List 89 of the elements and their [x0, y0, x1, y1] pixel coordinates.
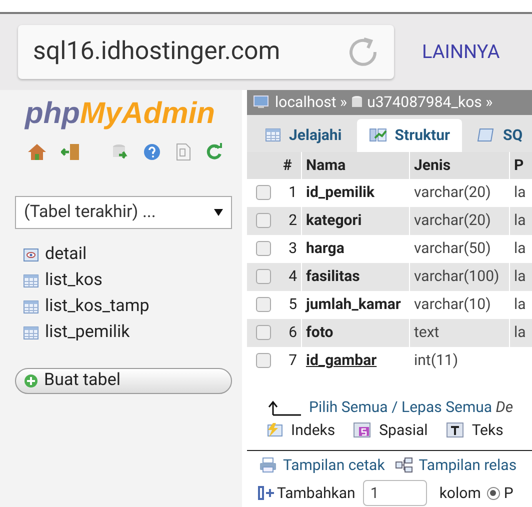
row-checkbox[interactable]: [256, 353, 270, 368]
action-button[interactable]: Spasial: [353, 419, 428, 442]
column-name: harga: [305, 238, 346, 260]
column-count-input[interactable]: 1: [363, 480, 428, 506]
exit-door-icon[interactable]: [61, 143, 81, 161]
select-all-link[interactable]: Pilih Semua: [309, 398, 388, 416]
phpmyadmin-logo[interactable]: phpMyAdmin: [25, 96, 232, 132]
deselect-all-link[interactable]: Lepas Semua: [402, 398, 492, 416]
server-icon: [253, 94, 271, 110]
table-cell-text: varchar(20): [413, 182, 492, 204]
database-icon: [351, 95, 364, 110]
row-checkbox[interactable]: [256, 325, 270, 340]
table-cell-text: varchar(50): [413, 238, 492, 260]
arrow-up-icon: [267, 400, 301, 416]
column-name: jumlah_kamar: [304, 294, 402, 316]
database-arrow-icon[interactable]: [111, 143, 129, 161]
row-checkbox[interactable]: [256, 269, 270, 284]
table-cell-text: varchar(20): [413, 210, 492, 232]
row-number: 7: [288, 350, 298, 372]
table-icon: [23, 299, 39, 315]
table-icon: [23, 325, 39, 341]
table-cell-text: varchar(10): [413, 294, 492, 316]
structure-icon: [368, 127, 387, 144]
tab[interactable]: Struktur: [356, 118, 462, 152]
action-button[interactable]: Teks: [446, 419, 504, 442]
table-cell-text: varchar(100): [413, 266, 500, 288]
lightning-table-icon: [265, 422, 283, 438]
breadcrumb-link[interactable]: localhost »: [275, 91, 348, 114]
table-cell-text: la: [513, 294, 527, 316]
row-number: 4: [288, 266, 298, 288]
table-cell-text: int(11): [413, 350, 460, 372]
column-header: Jenis: [413, 154, 452, 176]
unit-label: kolom: [439, 483, 481, 504]
view-link[interactable]: Tampilan cetak: [259, 454, 385, 477]
position-radio[interactable]: [486, 486, 500, 500]
column-name: id_gambar: [305, 350, 378, 372]
row-checkbox[interactable]: [256, 185, 270, 200]
row-checkbox[interactable]: [256, 297, 270, 312]
column-name: id_pemilik: [305, 182, 376, 204]
view-link[interactable]: Tampilan relas: [394, 454, 517, 477]
row-number: 1: [288, 182, 298, 204]
column-header: P: [513, 154, 525, 176]
create-table-button[interactable]: Buat tabel: [15, 368, 232, 394]
table-icon: [23, 273, 39, 289]
column-name: fasilitas: [305, 266, 361, 288]
sql-scroll-icon: [476, 127, 495, 144]
table-cell-text: la: [513, 266, 527, 288]
table-link[interactable]: detail: [45, 242, 87, 268]
row-number: 5: [288, 294, 298, 316]
breadcrumb-link[interactable]: u374087984_kos »: [367, 91, 493, 114]
column-header: #: [282, 154, 293, 176]
home-icon[interactable]: [27, 143, 47, 161]
text-icon: [446, 422, 464, 438]
action-button[interactable]: Indeks: [265, 419, 336, 442]
row-number: 3: [288, 238, 298, 260]
table-cell-text: la: [513, 182, 527, 204]
table-link[interactable]: list_pemilik: [45, 320, 130, 346]
table-icon: [265, 127, 281, 144]
reload-icon[interactable]: [347, 36, 379, 68]
column-name: kategori: [305, 210, 363, 232]
document-icon[interactable]: [175, 143, 191, 161]
table-cell-text: la: [513, 322, 527, 344]
view-icon: [23, 247, 39, 263]
help-icon[interactable]: [143, 143, 161, 161]
column-header: Nama: [305, 154, 347, 176]
position-label: P: [504, 483, 514, 504]
add-icon: [24, 374, 38, 388]
more-button[interactable]: LAINNYA: [422, 38, 500, 66]
column-name: foto: [305, 322, 334, 344]
row-number: 6: [288, 322, 298, 344]
refresh-icon[interactable]: [205, 143, 223, 161]
spatial-icon: [353, 422, 372, 438]
table-link[interactable]: list_kos: [45, 268, 102, 294]
recent-tables-dropdown[interactable]: (Tabel terakhir) ...: [15, 196, 232, 229]
table-link[interactable]: list_kos_tamp: [45, 294, 150, 320]
row-checkbox[interactable]: [256, 213, 270, 228]
add-label: Tambahkan: [277, 483, 356, 504]
url-text: sql16.idhostinger.com: [33, 36, 280, 68]
address-bar[interactable]: sql16.idhostinger.com: [18, 25, 394, 79]
add-column-icon: [257, 485, 275, 502]
relation-icon: [394, 457, 413, 474]
dropdown-caret-icon: [214, 209, 223, 216]
row-number: 2: [288, 210, 298, 232]
table-cell-text: la: [513, 210, 527, 232]
row-checkbox[interactable]: [256, 241, 270, 256]
table-cell-text: la: [513, 238, 527, 260]
table-cell-text: text: [413, 322, 440, 344]
printer-icon: [259, 457, 277, 474]
select-all-text: Pilih Semua / Lepas Semua De: [309, 397, 514, 418]
